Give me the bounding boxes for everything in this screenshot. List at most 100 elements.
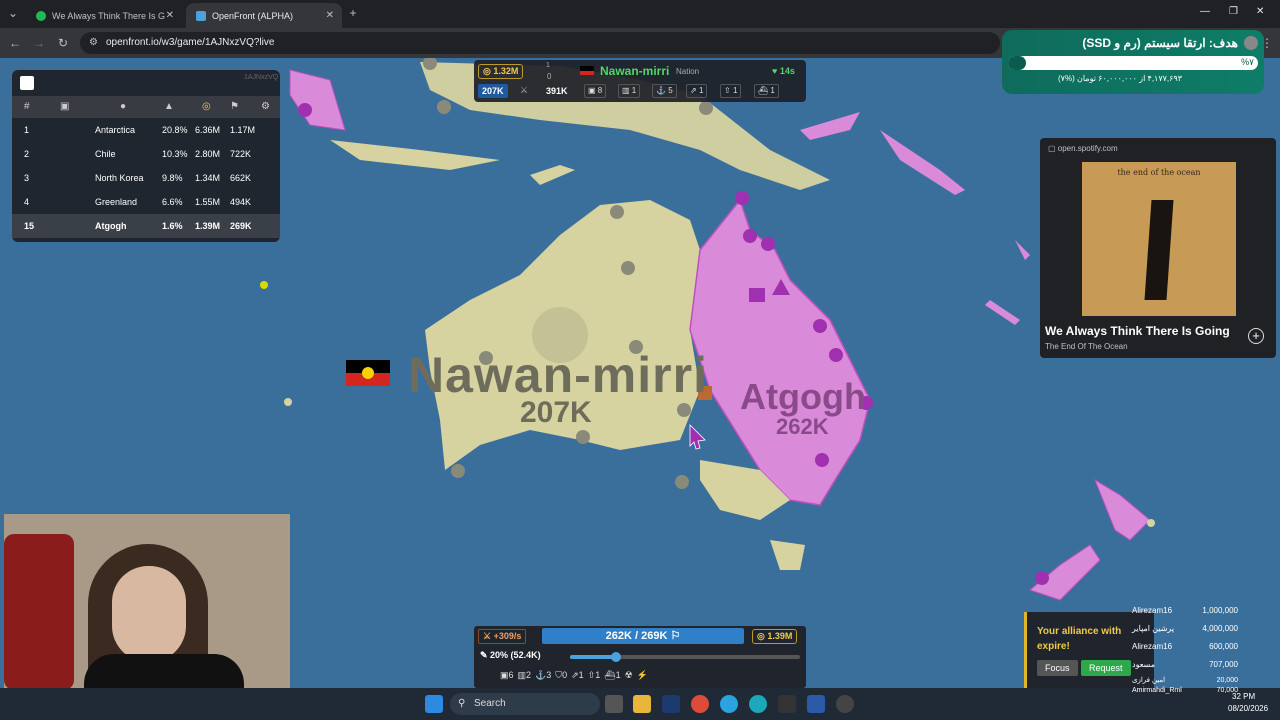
troops-value: 662K <box>230 173 252 183</box>
land-pct: 20.8% <box>162 125 188 135</box>
port-icon[interactable] <box>437 100 451 114</box>
app-icon[interactable] <box>836 695 854 713</box>
forward-icon[interactable]: → <box>30 34 48 52</box>
enemy-city-icon[interactable] <box>743 229 757 243</box>
spotify-source: ▢ open.spotify.com <box>1048 144 1118 153</box>
city-icon[interactable] <box>675 475 689 489</box>
city-icon[interactable] <box>677 403 691 417</box>
atgogh-map-label: Atgogh <box>740 376 866 417</box>
telegram-icon[interactable] <box>720 695 738 713</box>
port-icon[interactable] <box>451 464 465 478</box>
troop-icon: ⚔ <box>520 85 529 95</box>
edge-icon[interactable] <box>749 695 767 713</box>
count: 6 <box>508 670 514 680</box>
sam-count: ⇧ 1 <box>720 84 742 98</box>
leaderboard-row[interactable]: 2 Chile 10.3% 2.80M 722K <box>12 142 280 166</box>
port-icon[interactable] <box>610 205 624 219</box>
close-window-icon[interactable]: ✕ <box>1256 6 1264 17</box>
slider-handle[interactable] <box>611 652 621 662</box>
word-icon[interactable] <box>807 695 825 713</box>
request-button[interactable]: Request <box>1081 660 1131 676</box>
tab-spotify[interactable]: We Always Think There Is G ✕ <box>26 3 182 28</box>
enemy-port-icon[interactable] <box>829 348 843 362</box>
chrome-icon[interactable] <box>691 695 709 713</box>
build-defense-button[interactable]: ⛉0 <box>555 670 567 686</box>
clock-time[interactable]: 32 PM <box>1232 692 1255 701</box>
clock-date[interactable]: 08/20/2026 <box>1228 704 1268 713</box>
troops-sort-icon[interactable]: ⚑ <box>230 101 239 112</box>
webcam-overlay <box>4 514 290 690</box>
enemy-factory-icon[interactable] <box>749 288 765 302</box>
leaderboard-row-self[interactable]: 15 Atgogh 1.6% 1.39M 269K <box>12 214 280 238</box>
tab-search-icon[interactable]: ⌄ <box>4 4 22 22</box>
add-to-library-icon[interactable]: + <box>1248 328 1264 344</box>
missile-count-value: 1 <box>698 86 704 95</box>
file-explorer-icon[interactable] <box>633 695 651 713</box>
reload-icon[interactable]: ↻ <box>54 34 72 52</box>
troops-value: 269K <box>230 221 252 231</box>
timer: ♥ 14s <box>772 66 795 76</box>
city-icon[interactable] <box>621 261 635 275</box>
settings-icon[interactable]: ⚙ <box>261 101 270 112</box>
atgogh-territory[interactable] <box>689 198 871 506</box>
rate-value: +309/s <box>493 631 522 641</box>
donor-amount: 707,000 <box>1209 660 1238 669</box>
build-mirv-button[interactable]: ⚡ <box>637 670 648 686</box>
new-tab-icon[interactable]: + <box>344 4 362 22</box>
maximize-icon[interactable]: ❐ <box>1229 6 1238 17</box>
windows-start-icon[interactable] <box>425 695 443 713</box>
leaderboard-row[interactable]: 3 North Korea 9.8% 1.34M 662K <box>12 166 280 190</box>
island-dot <box>260 281 268 289</box>
build-port-button[interactable]: ⚓3 <box>535 670 551 686</box>
gold-value: 2.80M <box>195 149 221 159</box>
nation-name: North Korea <box>95 173 144 183</box>
taskbar-search[interactable]: ⚲ Search <box>450 693 600 715</box>
tab-label: We Always Think There Is G <box>52 10 166 21</box>
photoshop-icon[interactable] <box>662 695 680 713</box>
leaderboard-toggle-icon[interactable] <box>20 76 34 90</box>
count: 1 <box>595 670 601 680</box>
player-sort-icon[interactable]: ● <box>120 101 126 112</box>
player-name: Nawan-mirri <box>600 64 670 78</box>
build-warship-button[interactable]: ⛴1 <box>604 670 620 686</box>
build-factory-button[interactable]: ▥2 <box>518 670 532 686</box>
attack-ratio-slider[interactable] <box>570 652 800 662</box>
album-art[interactable]: the end of the ocean <box>1082 162 1236 316</box>
site-info-icon[interactable]: ⚙ <box>89 32 98 54</box>
leaderboard-row[interactable]: 1 Antarctica 20.8% 6.36M 1.17M <box>12 118 280 142</box>
build-city-button[interactable]: ▣6 <box>500 670 514 686</box>
album-art-text: the end of the ocean <box>1117 168 1201 177</box>
cursor-icon <box>689 424 706 450</box>
close-tab-icon[interactable]: ✕ <box>166 10 174 21</box>
enemy-city-icon[interactable] <box>761 237 775 251</box>
build-sam-button[interactable]: ⇧1 <box>588 670 601 686</box>
goal-progress-bar: %۷ <box>1008 56 1258 70</box>
tab-openfront[interactable]: OpenFront (ALPHA) ✕ <box>186 3 342 28</box>
minimize-icon[interactable]: — <box>1200 6 1210 17</box>
port-icon[interactable] <box>576 430 590 444</box>
goal-progress-text: ۴,۱۷۷,۶۹۳ از ۶۰,۰۰۰,۰۰۰ تومان (%۷) <box>1058 74 1183 83</box>
search-placeholder: Search <box>474 698 506 709</box>
donor-name: Amirmahdi_Rml <box>1132 687 1182 694</box>
enemy-port-icon[interactable] <box>815 453 829 467</box>
url-field[interactable]: ⚙ openfront.io/w3/game/1AJNxzVQ?live <box>80 32 1000 54</box>
enemy-port-icon[interactable] <box>735 191 749 205</box>
build-missile-button[interactable]: ⇗1 <box>571 670 584 686</box>
enemy-city-icon[interactable] <box>298 103 312 117</box>
donor-name: Alirezam16 <box>1132 606 1173 615</box>
app-icon[interactable] <box>778 695 796 713</box>
land-sort-icon[interactable]: ▲ <box>164 101 174 112</box>
enemy-city-icon[interactable] <box>1035 571 1049 585</box>
task-view-icon[interactable] <box>605 695 623 713</box>
nation-sort-icon[interactable]: ▣ <box>60 101 69 112</box>
leaderboard-row[interactable]: 4 Greenland 6.6% 1.55M 494K <box>12 190 280 214</box>
city-icon[interactable] <box>699 101 713 115</box>
back-icon[interactable]: ← <box>6 34 24 52</box>
build-nuke-button[interactable]: ☢ <box>625 670 633 686</box>
gold-sort-icon[interactable]: ◎ <box>202 101 211 112</box>
close-tab-icon[interactable]: ✕ <box>326 10 334 21</box>
donor-item: پرشین امپایر 4,000,000 <box>1126 622 1244 636</box>
url-text: openfront.io/w3/game/1AJNxzVQ?live <box>106 37 275 48</box>
enemy-city-icon[interactable] <box>813 319 827 333</box>
focus-button[interactable]: Focus <box>1037 660 1078 676</box>
